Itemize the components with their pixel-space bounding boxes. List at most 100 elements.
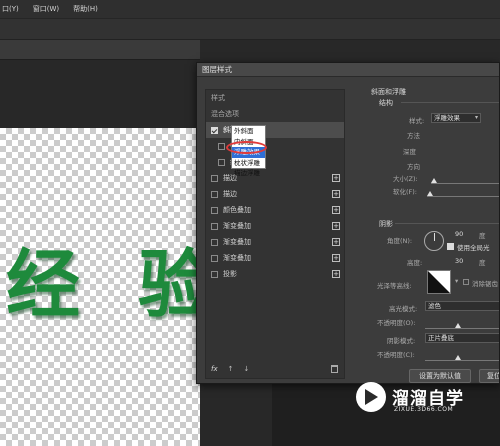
- watermark: 溜溜自学 ZIXUE.3D66.COM: [352, 380, 500, 420]
- style-checkbox[interactable]: [211, 270, 218, 278]
- contour-curve: [428, 271, 450, 293]
- style-list-item-label: 描边: [223, 190, 237, 198]
- style-checkbox[interactable]: [211, 222, 218, 230]
- shadow-opacity-handle[interactable]: [455, 355, 461, 360]
- angle-dial[interactable]: [424, 231, 444, 251]
- highlight-mode-value: 滤色: [428, 302, 441, 310]
- style-list-item-label: 渐变叠加: [223, 238, 251, 246]
- highlight-opacity-label: 不透明度(O):: [377, 319, 416, 327]
- highlight-opacity-slider[interactable]: [425, 328, 499, 329]
- style-list-header[interactable]: 样式: [206, 90, 344, 106]
- divider: [401, 102, 499, 103]
- style-list-item[interactable]: 描边 +: [206, 186, 344, 202]
- dropdown-item-pillow-emboss[interactable]: 枕状浮雕: [232, 158, 265, 169]
- canvas-text: 经验: [6, 242, 200, 328]
- bevel-section-title: 斜面和浮雕: [371, 88, 406, 96]
- style-list-item[interactable]: 渐变叠加 +: [206, 218, 344, 234]
- document-tab[interactable]: [0, 40, 200, 60]
- move-up-button[interactable]: ↑: [228, 365, 234, 373]
- highlight-annotation: [226, 141, 267, 154]
- angle-dial-needle: [434, 233, 435, 241]
- antialias-checkbox[interactable]: [463, 279, 469, 285]
- move-down-button[interactable]: ↓: [243, 365, 249, 373]
- style-checkbox[interactable]: [211, 238, 218, 246]
- size-slider[interactable]: [431, 183, 499, 184]
- shading-title: 阴影: [379, 220, 393, 228]
- depth-label: 深度: [403, 148, 416, 156]
- style-list-item[interactable]: 斜面和浮雕: [206, 122, 344, 138]
- dialog-title: 图层样式: [197, 63, 499, 77]
- style-list-item[interactable]: 渐变叠加 +: [206, 234, 344, 250]
- add-effect-icon[interactable]: +: [332, 270, 340, 278]
- style-list-item[interactable]: 描边 +: [206, 170, 344, 186]
- soften-slider[interactable]: [427, 196, 499, 197]
- style-checkbox[interactable]: [211, 254, 218, 262]
- add-effect-icon[interactable]: +: [332, 190, 340, 198]
- soften-label: 软化(F):: [393, 188, 418, 196]
- style-list-item[interactable]: 纹理: [206, 154, 344, 170]
- style-label: 样式:: [409, 117, 425, 125]
- style-list-footer: fx ↑ ↓: [206, 360, 344, 378]
- add-effect-icon[interactable]: +: [332, 174, 340, 182]
- dropdown-item-stroke-emboss[interactable]: 描边浮雕: [232, 168, 265, 179]
- add-effect-icon[interactable]: +: [332, 222, 340, 230]
- menu-item[interactable]: 口(Y): [2, 4, 19, 14]
- altitude-value[interactable]: 30: [455, 257, 463, 265]
- chevron-down-icon[interactable]: ▾: [455, 277, 458, 285]
- style-list-item-label: 渐变叠加: [223, 254, 251, 262]
- style-checkbox[interactable]: [211, 206, 218, 214]
- soften-slider-handle[interactable]: [427, 191, 433, 196]
- shadow-opacity-label: 不透明度(C):: [377, 351, 415, 359]
- style-select[interactable]: 浮雕效果 ▾: [431, 113, 481, 123]
- antialias-label: 消除锯齿: [472, 280, 498, 288]
- layer-style-dialog: 图层样式 样式 混合选项 斜面和浮雕等高线纹理描边+描边+颜色叠加+渐变叠加+渐…: [196, 62, 500, 384]
- add-effect-icon[interactable]: +: [332, 238, 340, 246]
- highlight-opacity-handle[interactable]: [455, 323, 461, 328]
- divider: [395, 223, 499, 224]
- document-canvas[interactable]: 经验: [0, 128, 200, 446]
- shadow-opacity-slider[interactable]: [425, 360, 499, 361]
- menu-item-help[interactable]: 帮助(H): [73, 4, 98, 14]
- angle-value[interactable]: 90: [455, 230, 463, 238]
- style-select-value: 浮雕效果: [434, 114, 460, 122]
- highlight-mode-label: 高光模式:: [389, 305, 418, 313]
- style-checkbox[interactable]: [211, 174, 218, 182]
- dropdown-item-outer-bevel[interactable]: 外斜面: [232, 126, 265, 137]
- global-light-checkbox[interactable]: [447, 243, 454, 250]
- play-triangle-icon: [365, 389, 378, 405]
- add-effect-icon[interactable]: +: [332, 254, 340, 262]
- add-effect-icon[interactable]: +: [332, 206, 340, 214]
- style-list-item-label: 投影: [223, 270, 237, 278]
- angle-label: 角度(N):: [387, 237, 413, 245]
- size-label: 大小(Z):: [393, 175, 418, 183]
- options-bar: [0, 18, 500, 40]
- style-checkbox[interactable]: [211, 126, 218, 134]
- shadow-mode-select[interactable]: 正片叠底: [425, 333, 499, 343]
- highlight-mode-select[interactable]: 滤色: [425, 301, 499, 311]
- settings-panel: 斜面和浮雕 结构 样式: 浮雕效果 ▾ 方法 深度 方向 大小(Z): 软化(F…: [351, 77, 499, 383]
- altitude-unit: 度: [479, 259, 486, 267]
- shadow-mode-value: 正片叠底: [428, 334, 454, 342]
- watermark-url: ZIXUE.3D66.COM: [394, 406, 454, 413]
- size-slider-handle[interactable]: [431, 178, 437, 183]
- global-light-label: 使用全局光: [457, 244, 490, 252]
- style-list-item-label: 渐变叠加: [223, 222, 251, 230]
- angle-unit: 度: [479, 232, 486, 240]
- style-list-item[interactable]: 颜色叠加 +: [206, 202, 344, 218]
- structure-title: 结构: [379, 99, 393, 107]
- method-label: 方法: [407, 132, 420, 140]
- gloss-contour-swatch[interactable]: [427, 270, 451, 294]
- style-checkbox[interactable]: [218, 158, 225, 166]
- style-list-item-label: 颜色叠加: [223, 206, 251, 214]
- trash-icon[interactable]: [331, 365, 338, 373]
- style-list: 样式 混合选项 斜面和浮雕等高线纹理描边+描边+颜色叠加+渐变叠加+渐变叠加+渐…: [205, 89, 345, 379]
- shadow-mode-label: 阴影模式:: [387, 337, 416, 345]
- gloss-contour-label: 光泽等高线:: [377, 282, 412, 290]
- style-list-item[interactable]: 渐变叠加 +: [206, 250, 344, 266]
- style-list-item[interactable]: 投影 +: [206, 266, 344, 282]
- blend-options[interactable]: 混合选项: [206, 106, 344, 122]
- fx-button[interactable]: fx: [211, 365, 218, 373]
- style-checkbox[interactable]: [211, 190, 218, 198]
- style-checkbox[interactable]: [218, 142, 225, 150]
- menu-item-window[interactable]: 窗口(W): [33, 4, 59, 14]
